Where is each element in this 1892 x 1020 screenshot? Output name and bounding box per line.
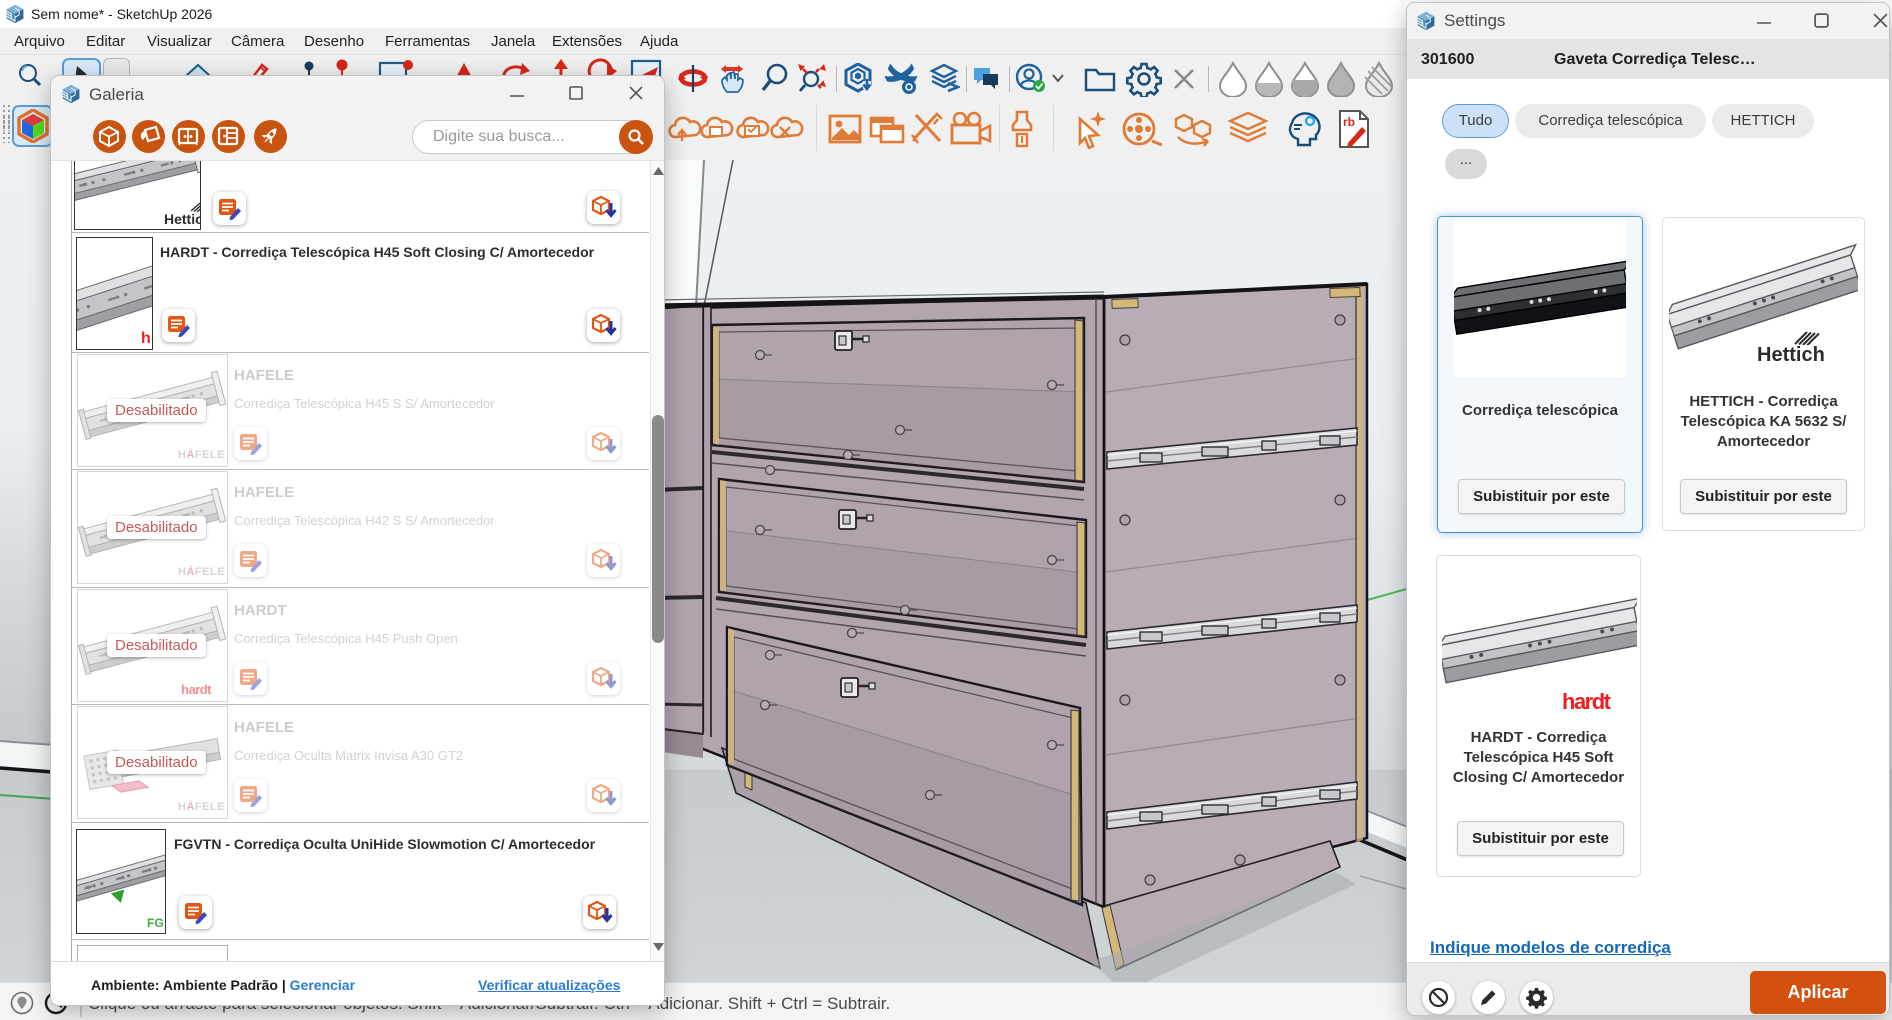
svg-text:rb: rb — [1343, 115, 1355, 129]
